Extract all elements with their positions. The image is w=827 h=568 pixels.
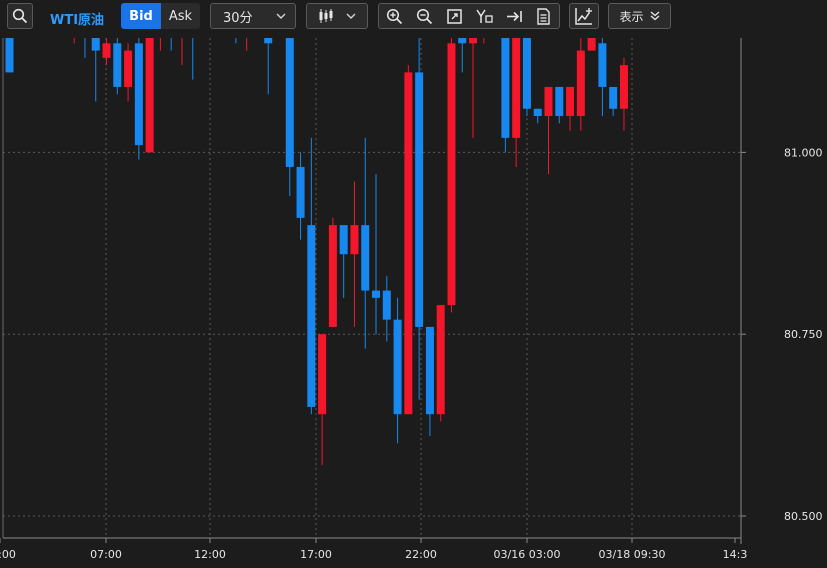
zoom-in-icon[interactable] bbox=[386, 8, 403, 25]
candle-up bbox=[566, 86, 575, 117]
x-tick-label: 07:00 bbox=[90, 548, 122, 561]
instrument-label[interactable]: WTI原油 bbox=[50, 9, 104, 28]
jump-latest-icon[interactable] bbox=[506, 8, 523, 25]
candle-up bbox=[145, 38, 154, 153]
candle-down bbox=[458, 38, 467, 44]
candle-down bbox=[609, 86, 618, 109]
candle-down bbox=[296, 166, 305, 218]
bid-ask-toggle: Bid Ask bbox=[121, 3, 200, 29]
candle-down bbox=[555, 86, 564, 117]
candle-down bbox=[113, 43, 122, 87]
chart-tool-group bbox=[378, 3, 560, 29]
candle-down bbox=[382, 290, 391, 320]
candle-up bbox=[404, 72, 413, 415]
candle-up bbox=[447, 43, 456, 306]
x-tick-label: 03/16 03:00 bbox=[494, 548, 561, 561]
add-indicator-icon bbox=[575, 8, 592, 25]
zoom-out-icon[interactable] bbox=[416, 8, 433, 25]
candlestick-icon bbox=[319, 9, 333, 23]
add-indicator-button[interactable] bbox=[569, 3, 599, 29]
candle-up bbox=[469, 38, 478, 44]
search-icon bbox=[12, 8, 28, 24]
candle-up bbox=[70, 33, 78, 36]
y-tick-label: 81.000 bbox=[784, 146, 823, 159]
candle-down bbox=[393, 319, 402, 415]
candle-up bbox=[436, 305, 445, 415]
ask-button[interactable]: Ask bbox=[161, 3, 200, 29]
candle-up bbox=[328, 225, 337, 327]
x-tick-label: 14:3 bbox=[723, 548, 748, 561]
candle-down bbox=[339, 225, 348, 255]
candle-down bbox=[501, 38, 510, 138]
chevron-down-icon bbox=[346, 13, 356, 20]
period-value: 30分 bbox=[223, 10, 253, 26]
search-button[interactable] bbox=[7, 3, 33, 29]
chevron-down-icon bbox=[276, 13, 286, 20]
candle-up bbox=[243, 33, 251, 36]
candle-down bbox=[361, 225, 370, 291]
candlestick-chart[interactable]: 80.50080.75081.00081.25081.50081.75002:0… bbox=[0, 33, 827, 564]
x-tick-label: 03/18 09:30 bbox=[599, 548, 666, 561]
candle-up bbox=[124, 50, 133, 87]
candle-up bbox=[480, 33, 488, 36]
toolbar: WTI原油 Bid Ask 30分 表示 bbox=[0, 0, 827, 33]
candle-down bbox=[533, 108, 542, 117]
plot-background bbox=[3, 38, 741, 538]
y-tick-label: 80.500 bbox=[784, 510, 823, 523]
bid-button[interactable]: Bid bbox=[121, 3, 161, 29]
chart-area[interactable]: 80.50080.75081.00081.25081.50081.75002:0… bbox=[0, 33, 827, 564]
x-tick-label: 12:00 bbox=[194, 548, 226, 561]
candle-down bbox=[522, 38, 531, 109]
candle-up bbox=[318, 334, 327, 415]
display-menu-button[interactable]: 表示 bbox=[608, 3, 671, 29]
candle-up bbox=[576, 50, 585, 117]
candle-up bbox=[619, 65, 628, 109]
candle-down bbox=[598, 43, 607, 87]
candle-up bbox=[512, 38, 521, 138]
candle-up bbox=[275, 33, 283, 36]
candle-up bbox=[102, 43, 111, 58]
candle-down bbox=[425, 326, 434, 415]
price-line-icon[interactable] bbox=[476, 8, 493, 25]
candle-down bbox=[134, 43, 143, 146]
y-tick-label: 80.750 bbox=[784, 328, 823, 341]
period-select[interactable]: 30分 bbox=[210, 3, 296, 29]
candle-down bbox=[372, 290, 381, 298]
candle-up bbox=[587, 38, 596, 51]
chart-type-select[interactable] bbox=[306, 3, 368, 29]
candle-up bbox=[350, 225, 359, 255]
candle-down bbox=[415, 72, 424, 327]
document-icon[interactable] bbox=[535, 8, 552, 25]
x-tick-label: 02:00 bbox=[0, 548, 16, 561]
candle-up bbox=[544, 86, 553, 117]
candle-down bbox=[285, 38, 294, 167]
fit-screen-icon[interactable] bbox=[446, 8, 463, 25]
candle-down bbox=[264, 38, 273, 44]
candle-down bbox=[307, 225, 316, 407]
candle-down bbox=[91, 38, 100, 51]
candle-down bbox=[5, 38, 14, 73]
double-chevron-down-icon bbox=[650, 11, 659, 21]
x-tick-label: 17:00 bbox=[300, 548, 332, 561]
x-tick-label: 22:00 bbox=[405, 548, 437, 561]
display-label: 表示 bbox=[619, 9, 644, 24]
